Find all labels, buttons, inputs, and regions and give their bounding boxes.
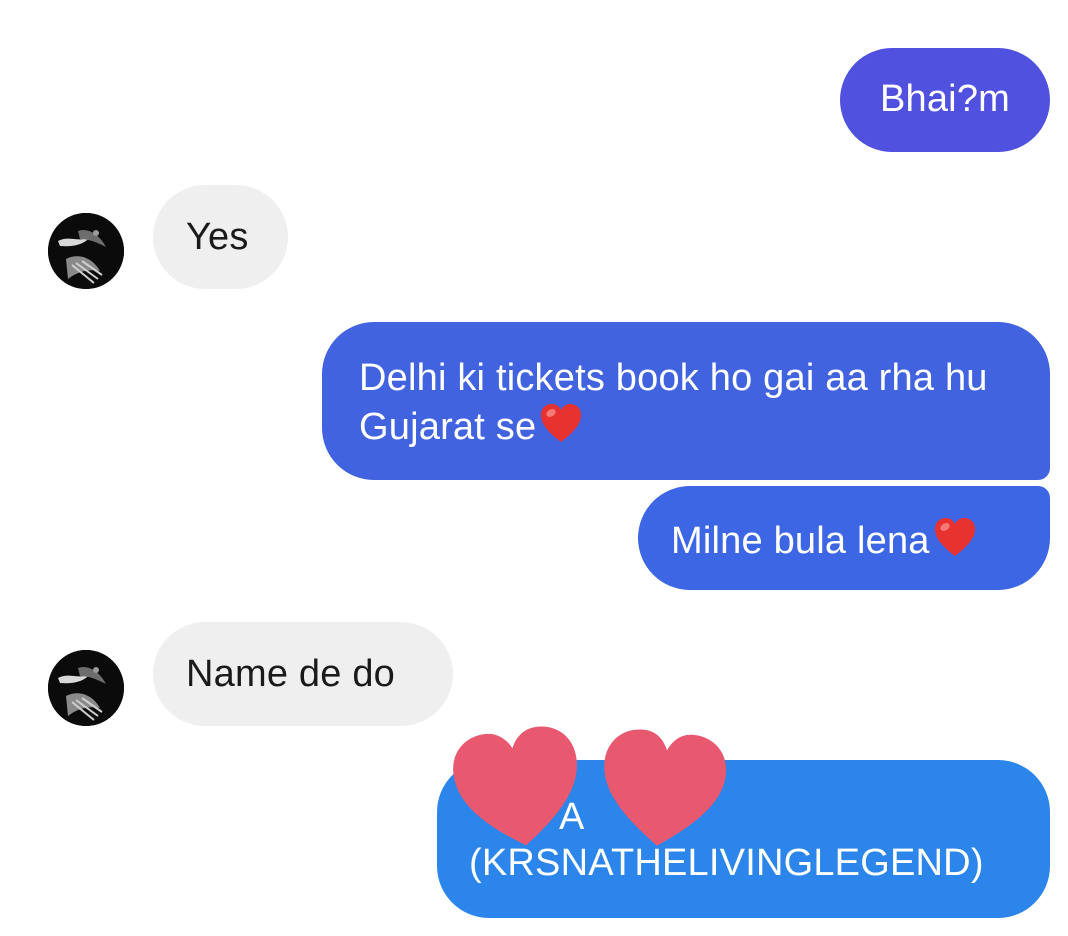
redaction-heart-sticker-icon [604,729,726,846]
message-text: Name de do [186,653,396,695]
message-text: Bhai?m [879,78,1011,120]
contact-avatar[interactable] [48,650,124,726]
received-message-bubble[interactable]: Name de do [153,622,453,726]
avatar-photo-icon [48,650,124,726]
sent-message-bubble[interactable]: Bhai?m [840,48,1050,152]
message-text: Yes [186,216,249,258]
message-text: Milne bula lena [671,520,930,562]
contact-avatar[interactable] [48,213,124,289]
sent-message-bubble[interactable]: Delhi ki tickets book ho gai aa rha hu G… [322,322,1050,480]
avatar-photo-icon [48,213,124,289]
message-text: Delhi ki tickets book ho gai aa rha hu G… [359,357,988,448]
received-message-bubble[interactable]: Yes [153,185,288,289]
red-heart-emoji-icon [932,515,978,561]
sent-message-bubble[interactable]: Milne bula lena [638,486,1050,590]
redaction-heart-sticker-icon [453,726,577,846]
red-heart-emoji-icon [538,401,584,447]
